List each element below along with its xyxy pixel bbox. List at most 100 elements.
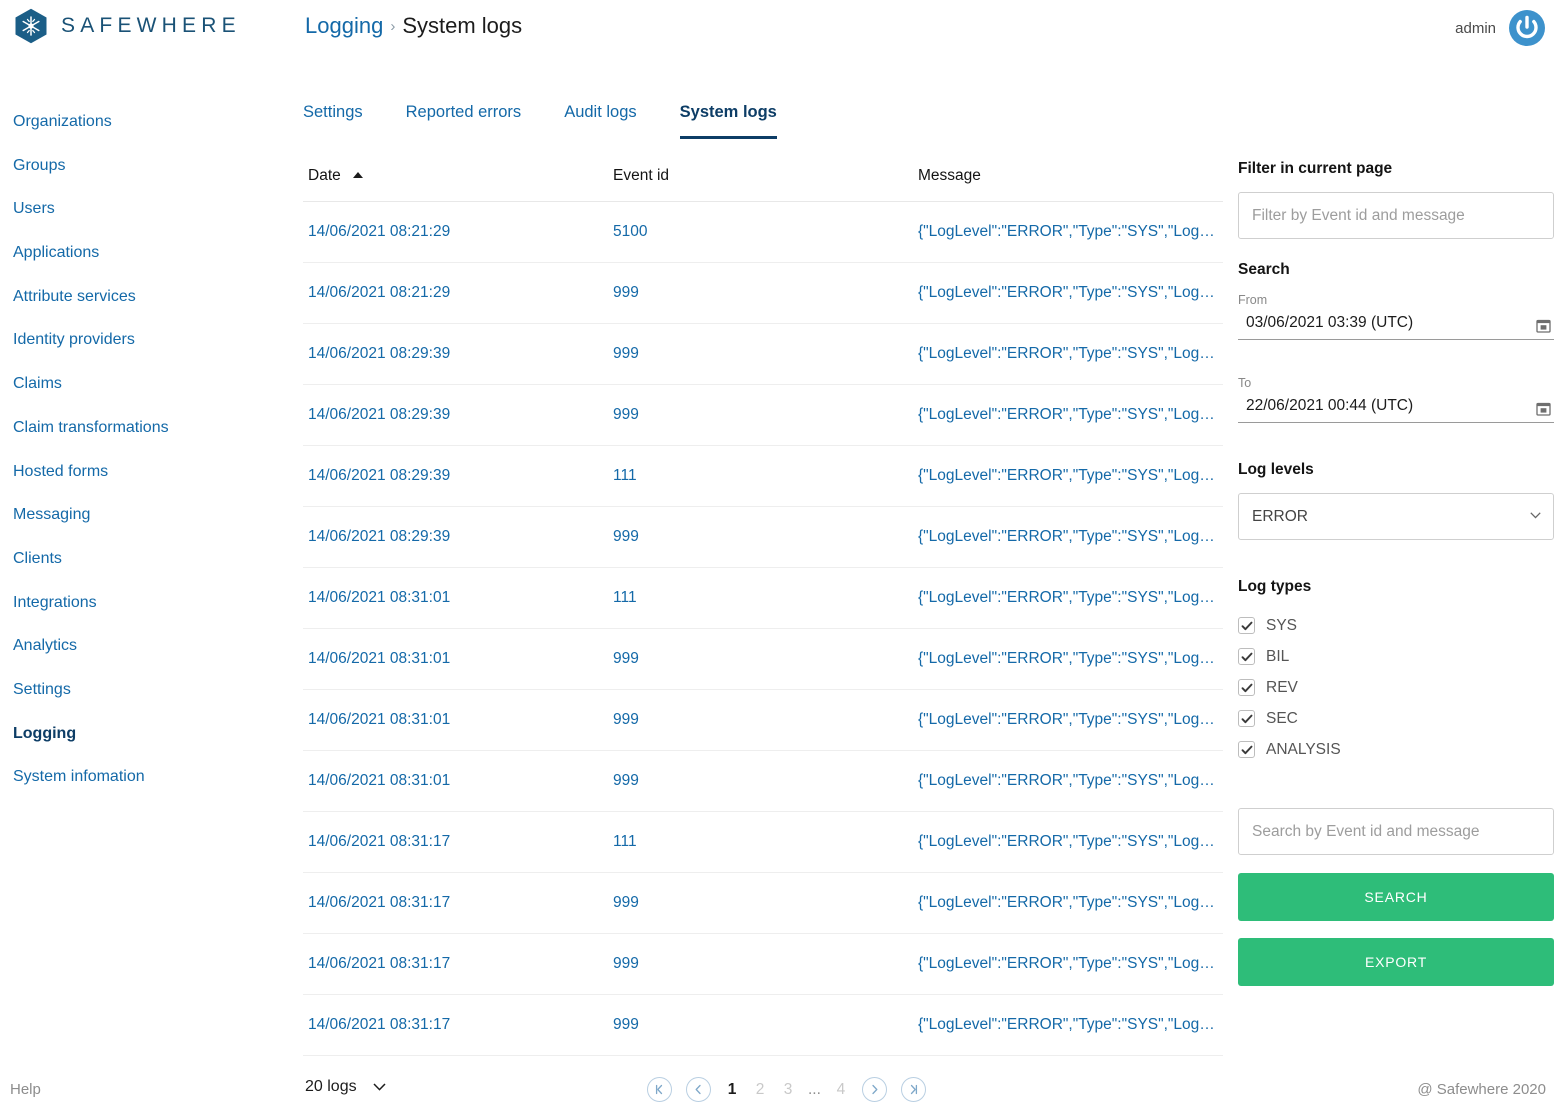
- power-logout-icon[interactable]: [1508, 9, 1546, 47]
- cell-message[interactable]: {"LogLevel":"ERROR","Type":"SYS","LogM…: [913, 567, 1223, 629]
- log-type-checkbox-rev[interactable]: REV: [1238, 672, 1554, 703]
- column-header-date[interactable]: Date: [303, 150, 608, 202]
- to-date-input[interactable]: [1238, 393, 1554, 423]
- cell-date[interactable]: 14/06/2021 08:31:01: [303, 567, 608, 629]
- cell-date[interactable]: 14/06/2021 08:21:29: [303, 201, 608, 263]
- checkbox-checked-icon[interactable]: [1238, 679, 1255, 696]
- table-row[interactable]: 14/06/2021 08:29:39 999 {"LogLevel":"ERR…: [303, 323, 1223, 385]
- column-header-event-id[interactable]: Event id: [608, 150, 913, 202]
- filter-input[interactable]: [1238, 192, 1554, 239]
- cell-message[interactable]: {"LogLevel":"ERROR","Type":"SYS","LogM…: [913, 262, 1223, 324]
- checkbox-checked-icon[interactable]: [1238, 741, 1255, 758]
- column-header-message[interactable]: Message: [913, 150, 1223, 202]
- cell-message[interactable]: {"LogLevel":"ERROR","Type":"SYS","LogM…: [913, 384, 1223, 446]
- cell-event-id[interactable]: 111: [608, 567, 913, 629]
- cell-message[interactable]: {"LogLevel":"ERROR","Type":"SYS","LogM…: [913, 323, 1223, 385]
- page-number-last[interactable]: 4: [829, 1081, 853, 1099]
- tab-audit-logs[interactable]: Audit logs: [564, 103, 636, 139]
- tab-reported-errors[interactable]: Reported errors: [406, 103, 522, 139]
- log-type-checkbox-sec[interactable]: SEC: [1238, 703, 1554, 734]
- cell-message[interactable]: {"LogLevel":"ERROR","Type":"SYS","LogM…: [913, 445, 1223, 507]
- cell-message[interactable]: {"LogLevel":"ERROR","Type":"SYS","LogM…: [913, 628, 1223, 690]
- first-page-button[interactable]: [647, 1077, 672, 1102]
- table-row[interactable]: 14/06/2021 08:31:01 111 {"LogLevel":"ERR…: [303, 567, 1223, 629]
- cell-date[interactable]: 14/06/2021 08:31:17: [303, 872, 608, 934]
- cell-event-id[interactable]: 5100: [608, 201, 913, 263]
- table-row[interactable]: 14/06/2021 08:29:39 111 {"LogLevel":"ERR…: [303, 445, 1223, 507]
- previous-page-button[interactable]: [686, 1077, 711, 1102]
- cell-event-id[interactable]: 999: [608, 323, 913, 385]
- next-page-button[interactable]: [861, 1077, 887, 1102]
- search-input[interactable]: [1238, 808, 1554, 855]
- table-row[interactable]: 14/06/2021 08:31:01 999 {"LogLevel":"ERR…: [303, 750, 1223, 812]
- tab-settings[interactable]: Settings: [303, 103, 363, 139]
- calendar-icon[interactable]: [1536, 401, 1551, 416]
- sidebar-item-groups[interactable]: Groups: [0, 144, 290, 188]
- cell-date[interactable]: 14/06/2021 08:21:29: [303, 262, 608, 324]
- cell-date[interactable]: 14/06/2021 08:29:39: [303, 323, 608, 385]
- cell-message[interactable]: {"LogLevel":"ERROR","Type":"SYS","LogM…: [913, 750, 1223, 812]
- log-type-checkbox-sys[interactable]: SYS: [1238, 610, 1554, 641]
- log-type-checkbox-bil[interactable]: BIL: [1238, 641, 1554, 672]
- cell-date[interactable]: 14/06/2021 08:29:39: [303, 445, 608, 507]
- cell-date[interactable]: 14/06/2021 08:31:01: [303, 628, 608, 690]
- sidebar-item-attribute-services[interactable]: Attribute services: [0, 275, 290, 319]
- cell-message[interactable]: {"LogLevel":"ERROR","Type":"SYS","LogM…: [913, 994, 1223, 1056]
- checkbox-checked-icon[interactable]: [1238, 617, 1255, 634]
- cell-date[interactable]: 14/06/2021 08:29:39: [303, 506, 608, 568]
- table-row[interactable]: 14/06/2021 08:31:17 111 {"LogLevel":"ERR…: [303, 811, 1223, 873]
- cell-message[interactable]: {"LogLevel":"ERROR","Type":"SYS","LogM…: [913, 933, 1223, 995]
- sidebar-item-claim-transformations[interactable]: Claim transformations: [0, 406, 290, 450]
- cell-message[interactable]: {"LogLevel":"ERROR","Type":"SYS","LogM…: [913, 201, 1223, 263]
- sidebar-item-integrations[interactable]: Integrations: [0, 581, 290, 625]
- sidebar-item-users[interactable]: Users: [0, 187, 290, 231]
- table-row[interactable]: 14/06/2021 08:31:17 999 {"LogLevel":"ERR…: [303, 872, 1223, 934]
- checkbox-checked-icon[interactable]: [1238, 648, 1255, 665]
- cell-event-id[interactable]: 999: [608, 933, 913, 995]
- sort-ascending-icon[interactable]: [352, 172, 363, 178]
- cell-date[interactable]: 14/06/2021 08:31:17: [303, 811, 608, 873]
- cell-event-id[interactable]: 111: [608, 445, 913, 507]
- from-date-input[interactable]: [1238, 310, 1554, 340]
- cell-message[interactable]: {"LogLevel":"ERROR","Type":"SYS","LogM…: [913, 689, 1223, 751]
- cell-message[interactable]: {"LogLevel":"ERROR","Type":"SYS","LogM…: [913, 811, 1223, 873]
- tab-system-logs[interactable]: System logs: [679, 103, 777, 139]
- help-link[interactable]: Help: [10, 1081, 41, 1098]
- log-type-checkbox-analysis[interactable]: ANALYSIS: [1238, 734, 1554, 765]
- table-row[interactable]: 14/06/2021 08:29:39 999 {"LogLevel":"ERR…: [303, 384, 1223, 446]
- log-levels-select[interactable]: ERROR: [1238, 493, 1554, 540]
- table-row[interactable]: 14/06/2021 08:31:17 999 {"LogLevel":"ERR…: [303, 994, 1223, 1056]
- table-row[interactable]: 14/06/2021 08:31:01 999 {"LogLevel":"ERR…: [303, 689, 1223, 751]
- cell-event-id[interactable]: 111: [608, 811, 913, 873]
- cell-message[interactable]: {"LogLevel":"ERROR","Type":"SYS","LogM…: [913, 872, 1223, 934]
- cell-date[interactable]: 14/06/2021 08:31:01: [303, 750, 608, 812]
- cell-date[interactable]: 14/06/2021 08:31:01: [303, 689, 608, 751]
- page-number-1[interactable]: 1: [720, 1081, 744, 1099]
- page-number-3[interactable]: 3: [776, 1081, 800, 1099]
- sidebar-item-logging[interactable]: Logging: [0, 712, 290, 756]
- cell-event-id[interactable]: 999: [608, 506, 913, 568]
- sidebar-item-applications[interactable]: Applications: [0, 231, 290, 275]
- search-button[interactable]: SEARCH: [1238, 873, 1554, 921]
- table-row[interactable]: 14/06/2021 08:21:29 999 {"LogLevel":"ERR…: [303, 262, 1223, 324]
- page-number-2[interactable]: 2: [748, 1081, 772, 1099]
- calendar-icon[interactable]: [1536, 318, 1551, 333]
- sidebar-item-clients[interactable]: Clients: [0, 537, 290, 581]
- cell-event-id[interactable]: 999: [608, 384, 913, 446]
- table-row[interactable]: 14/06/2021 08:31:17 999 {"LogLevel":"ERR…: [303, 933, 1223, 995]
- last-page-button[interactable]: [900, 1077, 926, 1102]
- sidebar-item-organizations[interactable]: Organizations: [0, 100, 290, 144]
- sidebar-item-settings[interactable]: Settings: [0, 668, 290, 712]
- export-button[interactable]: EXPORT: [1238, 938, 1554, 986]
- brand[interactable]: SAFEWHERE: [14, 8, 241, 44]
- user-area[interactable]: admin: [1455, 9, 1546, 47]
- sidebar-item-messaging[interactable]: Messaging: [0, 493, 290, 537]
- cell-event-id[interactable]: 999: [608, 628, 913, 690]
- table-row[interactable]: 14/06/2021 08:31:01 999 {"LogLevel":"ERR…: [303, 628, 1223, 690]
- cell-event-id[interactable]: 999: [608, 994, 913, 1056]
- cell-message[interactable]: {"LogLevel":"ERROR","Type":"SYS","LogM…: [913, 506, 1223, 568]
- sidebar-item-claims[interactable]: Claims: [0, 362, 290, 406]
- table-row[interactable]: 14/06/2021 08:29:39 999 {"LogLevel":"ERR…: [303, 506, 1223, 568]
- cell-date[interactable]: 14/06/2021 08:29:39: [303, 384, 608, 446]
- cell-event-id[interactable]: 999: [608, 872, 913, 934]
